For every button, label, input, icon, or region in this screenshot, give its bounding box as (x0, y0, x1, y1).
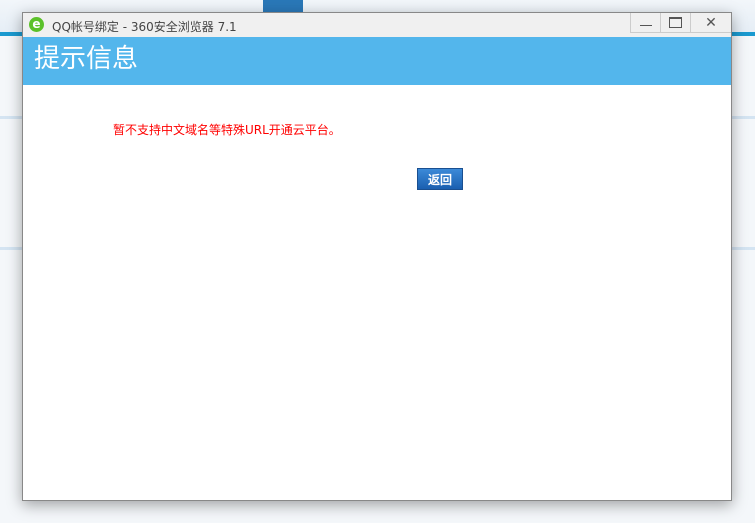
maximize-button[interactable] (661, 13, 691, 32)
close-button[interactable]: ✕ (691, 13, 731, 32)
error-message: 暂不支持中文域名等特殊URL开通云平台。 (113, 123, 341, 137)
back-button[interactable]: 返回 (417, 168, 463, 190)
close-icon: ✕ (705, 14, 717, 31)
minimize-icon (639, 19, 652, 26)
page-title: 提示信息 (23, 37, 731, 85)
window-title: QQ帐号绑定 - 360安全浏览器 7.1 (52, 20, 237, 34)
minimize-button[interactable] (631, 13, 661, 32)
maximize-icon (669, 17, 682, 28)
popup-window: e QQ帐号绑定 - 360安全浏览器 7.1 ✕ 提示信息 暂不支持中文域名等… (22, 12, 732, 501)
browser-logo-icon: e (29, 17, 44, 32)
title-bar[interactable]: e QQ帐号绑定 - 360安全浏览器 7.1 ✕ (23, 13, 731, 37)
